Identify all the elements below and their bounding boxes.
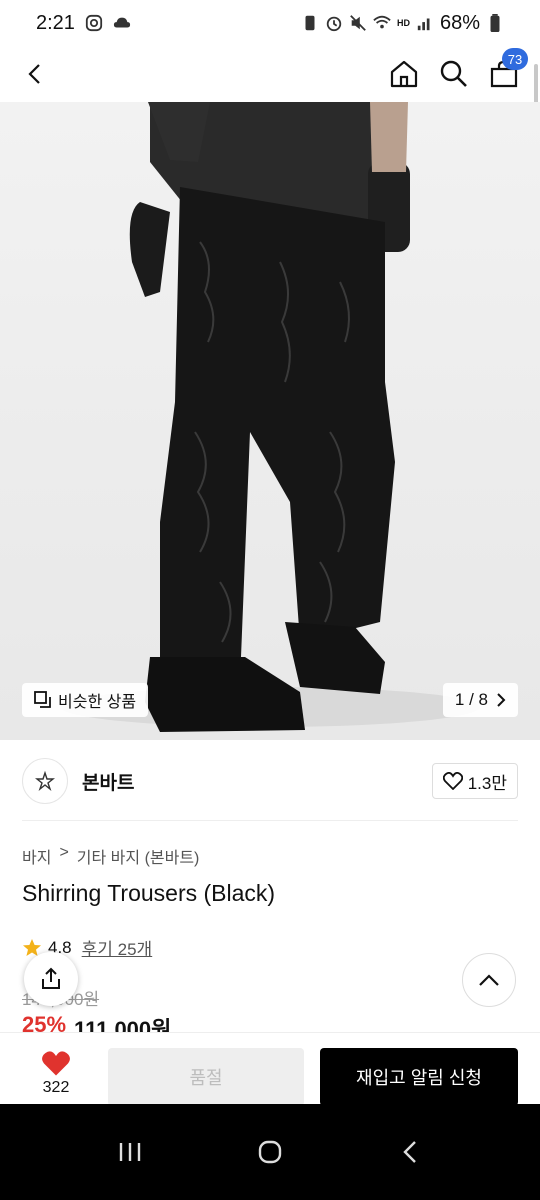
mute-icon xyxy=(350,15,366,31)
product-title: Shirring Trousers (Black) xyxy=(22,880,276,906)
breadcrumb: 바지 > 기타 바지 (본바트) xyxy=(22,844,199,868)
chevron-up-icon xyxy=(479,974,499,986)
back-arrow-icon xyxy=(403,1141,416,1163)
brand-row: 본바트 1.3만 xyxy=(22,756,518,806)
product-image[interactable] xyxy=(0,102,540,740)
chevron-left-icon xyxy=(28,64,40,84)
breadcrumb-item[interactable]: 바지 xyxy=(22,844,51,868)
brand-logo xyxy=(22,758,68,804)
review-link[interactable]: 후기 25개 xyxy=(82,935,153,960)
search-button[interactable] xyxy=(438,58,470,90)
similar-items-icon xyxy=(34,691,51,708)
home-nav-button[interactable] xyxy=(240,1122,300,1182)
brand-logo-mark xyxy=(35,770,55,792)
brand-link[interactable]: 본바트 xyxy=(22,758,134,804)
chevron-right-icon xyxy=(497,693,506,707)
status-time: 2:21 xyxy=(36,11,75,34)
battery-icon xyxy=(490,14,500,32)
breadcrumb-separator: > xyxy=(59,844,69,861)
wish-count: 322 xyxy=(42,1079,70,1096)
cart-button[interactable]: 73 xyxy=(488,48,528,90)
recent-apps-button[interactable] xyxy=(100,1122,160,1182)
similar-products-button[interactable]: 비슷한 상품 xyxy=(22,683,149,717)
brand-like-count: 1.3만 xyxy=(467,773,507,793)
brand-like-button[interactable]: 1.3만 xyxy=(431,763,518,799)
cloud-icon xyxy=(113,17,131,28)
status-right: HD 68% xyxy=(301,12,504,35)
alarm-icon xyxy=(326,16,342,32)
app-bar: 73 xyxy=(0,46,540,102)
share-icon xyxy=(42,967,60,989)
similar-products-label: 비슷한 상품 xyxy=(58,694,137,711)
heart-outline-icon xyxy=(442,772,463,790)
heart-filled-icon xyxy=(42,1051,70,1076)
scroll-top-button[interactable] xyxy=(462,953,516,1007)
signal-icon xyxy=(417,18,430,31)
battery-percent: 68% xyxy=(439,11,480,34)
image-page-counter[interactable]: 1 / 8 xyxy=(442,683,518,717)
wish-button[interactable]: 322 xyxy=(26,1050,86,1097)
back-nav-button[interactable] xyxy=(380,1122,440,1182)
hd-badge: HD xyxy=(396,17,410,28)
status-bar: 2:21 HD 68% xyxy=(0,0,540,46)
search-icon xyxy=(440,60,467,87)
cart-count-badge: 73 xyxy=(502,48,528,70)
home-button[interactable] xyxy=(388,58,420,90)
divider xyxy=(22,820,518,821)
wifi-icon xyxy=(373,15,391,29)
status-left: 2:21 xyxy=(36,12,131,35)
image-counter-text: 1 / 8 xyxy=(454,690,488,709)
app-bar-actions: 73 xyxy=(388,48,528,90)
instagram-icon xyxy=(85,14,103,32)
system-nav-bar xyxy=(0,1104,540,1200)
restock-alert-button[interactable]: 재입고 알림 신청 xyxy=(320,1048,518,1106)
battery-saver-icon xyxy=(305,15,315,31)
brand-name: 본바트 xyxy=(82,772,135,794)
back-button[interactable] xyxy=(20,58,52,90)
recent-apps-icon xyxy=(119,1143,141,1161)
breadcrumb-item[interactable]: 기타 바지 (본바트) xyxy=(77,844,200,868)
share-button[interactable] xyxy=(24,952,78,1006)
product-photo xyxy=(60,102,480,732)
soldout-button: 품절 xyxy=(108,1048,304,1106)
home-icon xyxy=(390,60,418,88)
home-circle-icon xyxy=(258,1140,282,1164)
